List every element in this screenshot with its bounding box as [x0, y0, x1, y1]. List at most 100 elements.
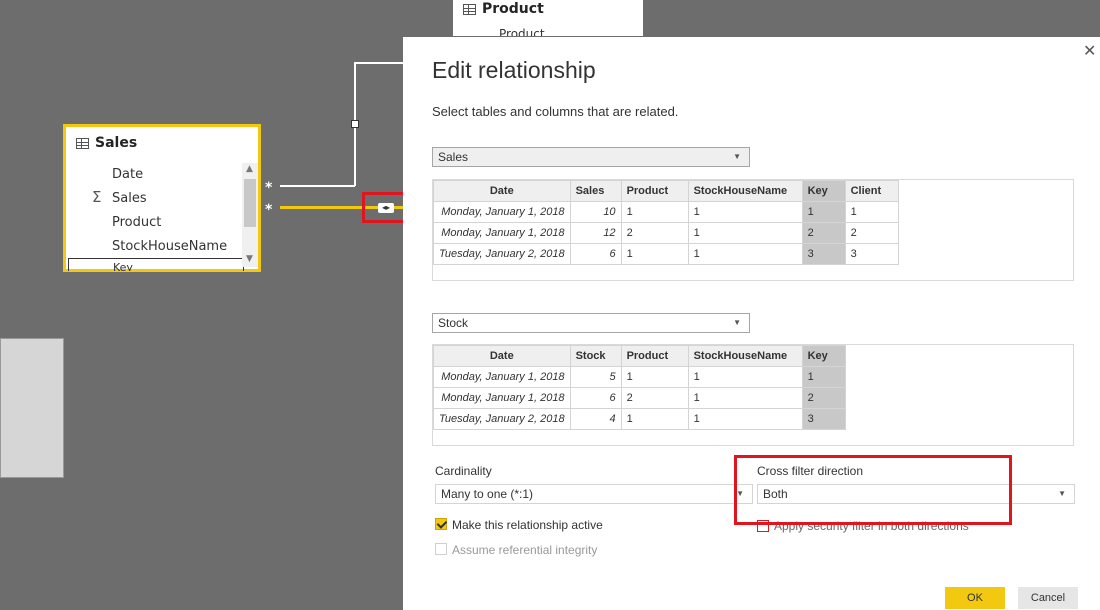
make-active-label: Make this relationship active [452, 518, 603, 532]
table-cell: 1 [687, 387, 803, 409]
table2-col-product[interactable]: Product [620, 345, 689, 367]
table-cell: 2 [620, 222, 689, 244]
product-field[interactable]: Product [499, 27, 545, 36]
highlight-box-arrow [362, 192, 406, 223]
table-cell: Tuesday, January 2, 2018 [433, 243, 571, 265]
relationship-line-upper[interactable] [280, 185, 355, 187]
table-cell: 3 [801, 408, 846, 430]
sales-scrollbar[interactable]: ▲ ▼ [242, 163, 258, 267]
table1-select-value: Sales [438, 150, 469, 164]
table1-grid: Date Sales Product StockHouseName Key Cl… [433, 180, 899, 265]
table-cell: 6 [569, 243, 622, 265]
edit-relationship-dialog: ✕ Edit relationship Select tables and co… [403, 37, 1100, 610]
dialog-title: Edit relationship [432, 57, 596, 83]
sales-table-header: Sales [76, 135, 137, 151]
table-cell: Tuesday, January 2, 2018 [433, 408, 571, 430]
sales-table-title: Sales [95, 135, 138, 151]
product-table-title: Product [482, 1, 544, 17]
table-cell: 2 [844, 222, 899, 244]
table-cell: 1 [801, 366, 846, 388]
product-table-header: Product [463, 1, 544, 17]
table1-col-key[interactable]: Key [801, 180, 846, 202]
table1-col-stockhousename[interactable]: StockHouseName [687, 180, 803, 202]
table-cell: 2 [801, 222, 846, 244]
ok-button[interactable]: OK [945, 587, 1005, 609]
sales-field-key-label: Key [113, 261, 133, 271]
table2-select[interactable]: Stock ▼ [432, 313, 750, 333]
sales-table-card[interactable]: Sales Date Σ Sales Product StockHouseNam… [63, 124, 261, 272]
chevron-up-icon[interactable]: ▲ [246, 164, 253, 174]
chevron-down-icon: ▼ [733, 318, 741, 327]
table-cell: 1 [687, 201, 803, 223]
table-cell: 1 [801, 201, 846, 223]
table-cell: 1 [844, 201, 899, 223]
cancel-button[interactable]: Cancel [1018, 587, 1078, 609]
table-cell: 6 [569, 387, 622, 409]
table-icon [76, 137, 89, 149]
table-cell: 2 [801, 387, 846, 409]
table1-select[interactable]: Sales ▼ [432, 147, 750, 167]
table-cell: 1 [687, 408, 803, 430]
table-cell: 1 [620, 201, 689, 223]
table2-col-stockhousename[interactable]: StockHouseName [687, 345, 803, 367]
table-row: Monday, January 1, 2018 12 2 1 2 2 [433, 222, 899, 244]
table-cell: 4 [569, 408, 622, 430]
close-icon[interactable]: ✕ [1083, 41, 1096, 60]
table2-grid: Date Stock Product StockHouseName Key Mo… [433, 345, 846, 430]
table-cell: Monday, January 1, 2018 [433, 201, 571, 223]
table1-col-product[interactable]: Product [620, 180, 689, 202]
table-row: Monday, January 1, 2018 6 2 1 2 [433, 387, 846, 409]
product-field-label: Product [499, 27, 545, 36]
many-marker: * [265, 202, 273, 218]
table-cell: 3 [801, 243, 846, 265]
dialog-subtitle: Select tables and columns that are relat… [432, 104, 679, 119]
scroll-thumb[interactable] [244, 179, 256, 227]
table-row: Monday, January 1, 2018 10 1 1 1 1 [433, 201, 899, 223]
referential-integrity-label: Assume referential integrity [452, 543, 598, 557]
table-cell: 1 [620, 408, 689, 430]
direction-arrow-icon [351, 120, 359, 128]
cardinality-label: Cardinality [435, 464, 492, 478]
table2-col-date[interactable]: Date [433, 345, 571, 367]
table-row: Tuesday, January 2, 2018 6 1 1 3 3 [433, 243, 899, 265]
table-cell: 12 [569, 222, 622, 244]
table1-col-date[interactable]: Date [433, 180, 571, 202]
table-cell: 1 [687, 222, 803, 244]
product-table-card[interactable]: Product Product [453, 0, 643, 36]
many-marker: * [265, 180, 273, 196]
table-cell: 1 [687, 366, 803, 388]
sales-field-date[interactable]: Date [112, 167, 143, 182]
table-cell: 1 [687, 243, 803, 265]
table-cell: Monday, January 1, 2018 [433, 387, 571, 409]
table2-col-stock[interactable]: Stock [569, 345, 622, 367]
canvas-block [0, 338, 64, 478]
chevron-down-icon: ▼ [733, 152, 741, 161]
referential-integrity-checkbox[interactable] [435, 543, 447, 555]
table1-col-sales[interactable]: Sales [569, 180, 622, 202]
table-cell: 3 [844, 243, 899, 265]
table-row: Monday, January 1, 2018 5 1 1 1 [433, 366, 846, 388]
cardinality-select[interactable]: Many to one (*:1) ▼ [435, 484, 753, 504]
table-cell: 2 [620, 387, 689, 409]
cardinality-value: Many to one (*:1) [441, 487, 534, 501]
relationship-line-top[interactable] [354, 62, 404, 64]
table2-preview: Date Stock Product StockHouseName Key Mo… [432, 344, 1074, 446]
sales-field-key[interactable]: Key [68, 258, 244, 271]
sales-field-stockhousename[interactable]: StockHouseName [112, 239, 227, 254]
sigma-icon: Σ [92, 188, 102, 206]
table-cell: 5 [569, 366, 622, 388]
table-cell: 1 [620, 243, 689, 265]
table2-col-key[interactable]: Key [801, 345, 846, 367]
table1-col-client[interactable]: Client [844, 180, 899, 202]
chevron-down-icon[interactable]: ▼ [246, 254, 253, 264]
table-cell: Monday, January 1, 2018 [433, 366, 571, 388]
sales-field-product[interactable]: Product [112, 215, 161, 230]
table1-preview: Date Sales Product StockHouseName Key Cl… [432, 179, 1074, 281]
sales-field-sales[interactable]: Sales [112, 191, 147, 206]
chevron-down-icon: ▼ [1058, 489, 1066, 498]
table-cell: Monday, January 1, 2018 [433, 222, 571, 244]
table2-select-value: Stock [438, 316, 469, 330]
table-cell: 1 [620, 366, 689, 388]
table-cell: 10 [569, 201, 622, 223]
make-active-checkbox[interactable] [435, 518, 447, 530]
